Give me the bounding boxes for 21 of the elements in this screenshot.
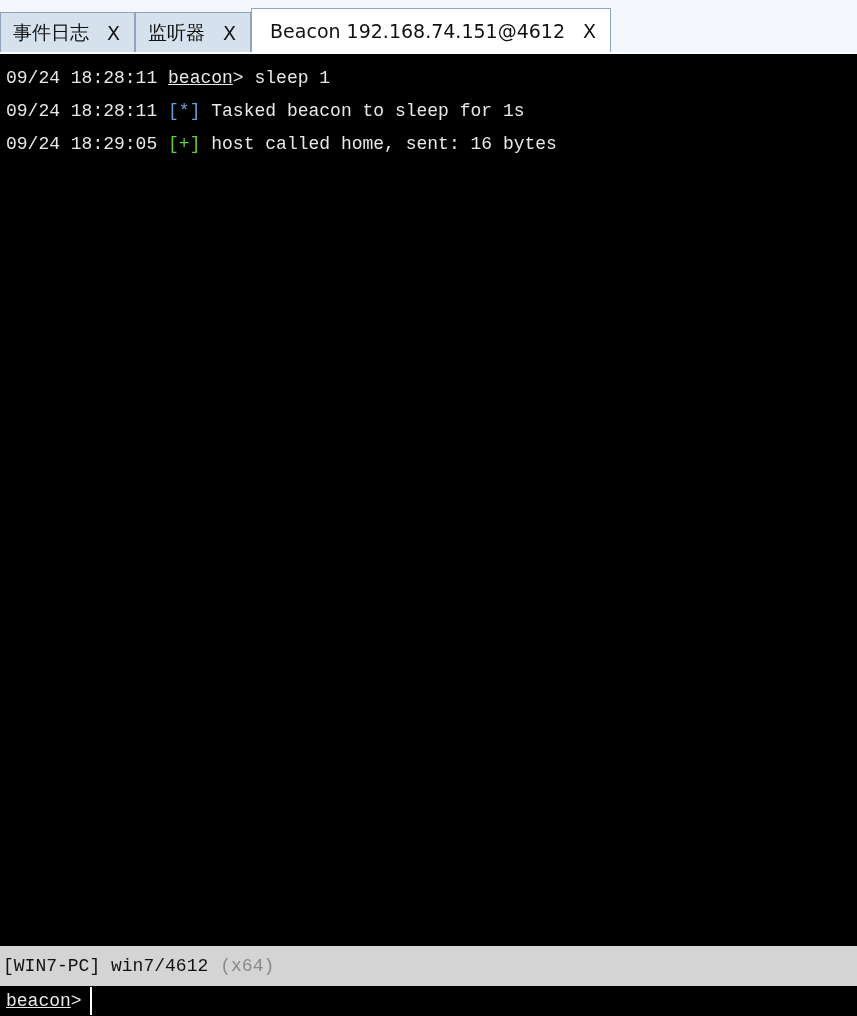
prompt-sign: >: [70, 991, 82, 1011]
close-tab-button[interactable]: X: [583, 19, 597, 42]
close-tab-button[interactable]: X: [223, 21, 237, 44]
timestamp: 09/24 18:29:05: [6, 134, 158, 154]
status-marker: [*]: [168, 101, 201, 121]
timestamp: 09/24 18:28:11: [6, 101, 158, 121]
host-info: [WIN7-PC] win7/4612: [3, 956, 209, 976]
message-text: host called home, sent: 16 bytes: [211, 134, 557, 154]
tab[interactable]: 事件日志 X: [0, 12, 136, 52]
text-caret-icon: [89, 987, 92, 1015]
tab[interactable]: Beacon 192.168.74.151@4612 X: [251, 8, 612, 52]
close-tab-button[interactable]: X: [107, 21, 121, 44]
command-text: sleep 1: [254, 68, 331, 88]
arch-info: (x64): [220, 956, 275, 976]
tab[interactable]: 监听器 X: [135, 12, 252, 52]
prompt-name: beacon: [6, 991, 71, 1011]
status-marker: [+]: [168, 134, 201, 154]
prompt-sign: >: [232, 68, 244, 88]
message-text: Tasked beacon to sleep for 1s: [211, 101, 525, 121]
prompt-name: beacon: [168, 68, 233, 88]
timestamp: 09/24 18:28:11: [6, 68, 158, 88]
